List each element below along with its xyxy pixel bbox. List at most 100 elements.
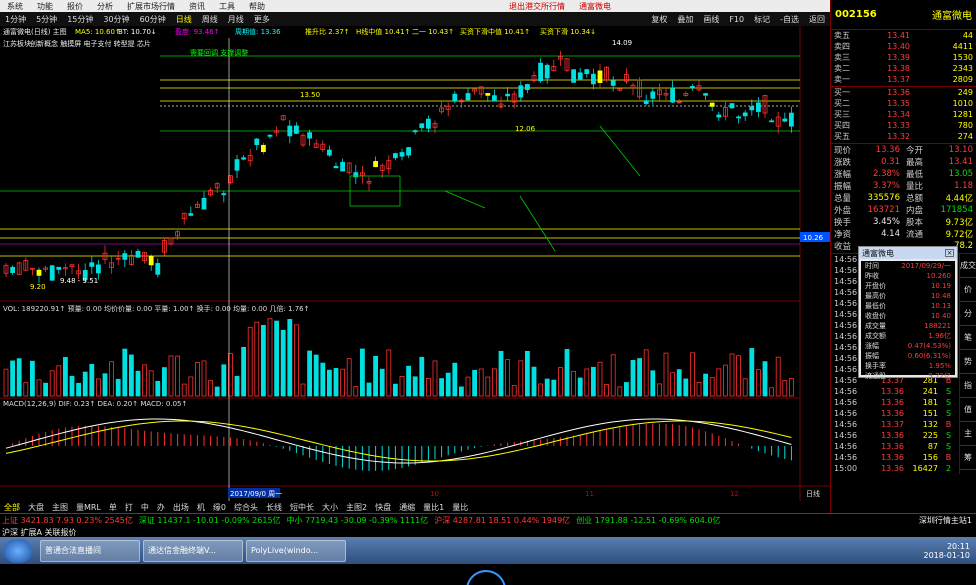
orderbook-row[interactable]: 卖四 13.40 4411: [831, 41, 976, 52]
orderbook-volume: 1281: [952, 110, 973, 119]
orderbook-row[interactable]: 卖三 13.39 1530: [831, 52, 976, 63]
tool-fq[interactable]: 复权: [646, 14, 672, 25]
side-tab[interactable]: 成交: [960, 254, 976, 278]
volume-bar: [10, 360, 16, 397]
tick-price: 13.36: [881, 431, 904, 440]
candle-body: [49, 265, 55, 281]
candle-body: [577, 72, 583, 80]
tab-mid[interactable]: 中: [137, 502, 153, 513]
popup-row: 振幅 0.60(6.31%): [861, 351, 955, 361]
index-sh[interactable]: 上证 3421.83 7.93 0.23% 2545亿: [2, 515, 133, 526]
tool-overlay[interactable]: 叠加: [672, 14, 698, 25]
popup-body: 时间 2017/09/29/一 昨收 10.260 开盘价 10.19 最高价 10.48 最低…: [861, 261, 955, 380]
tab-shrink[interactable]: 通缩: [395, 502, 419, 513]
side-tab[interactable]: 值: [960, 398, 976, 422]
period-1min[interactable]: 1分钟: [0, 14, 31, 25]
orderbook-row[interactable]: 卖二 13.38 2343: [831, 63, 976, 74]
period-week[interactable]: 周线: [197, 14, 223, 25]
tool-draw[interactable]: 画线: [698, 14, 724, 25]
side-tab[interactable]: 筹: [960, 446, 976, 470]
tab-machine[interactable]: 机: [193, 502, 209, 513]
tool-back[interactable]: 返回: [804, 14, 830, 25]
orderbook-row[interactable]: 买四 13.33 780: [831, 120, 976, 131]
period-30min[interactable]: 30分钟: [98, 14, 134, 25]
taskbar-item-tdx[interactable]: 通达信金融终端V...: [143, 539, 243, 562]
start-button-icon[interactable]: [4, 538, 32, 563]
orderbook-volume: 2343: [952, 64, 973, 73]
popup-value: 10.40: [930, 312, 951, 320]
tab-composite[interactable]: 综合头: [230, 502, 262, 513]
menu-quote[interactable]: 报价: [60, 1, 90, 12]
tab-size[interactable]: 大小: [318, 502, 342, 513]
kline-chart-svg[interactable]: 通富微电(日线) 主图 MA5: 10.60↑ BT: 10.70↓ 盈度: 9…: [0, 26, 830, 501]
period-month[interactable]: 月线: [223, 14, 249, 25]
orderbook-row[interactable]: 卖五 13.41 44: [831, 30, 976, 41]
period-more[interactable]: 更多: [249, 14, 275, 25]
info-key2: 今开: [906, 146, 924, 156]
tick-row: 14:56 13.36 181 S: [831, 397, 959, 408]
kline-chart-area[interactable]: 通富微电(日线) 主图 MA5: 10.60↑ BT: 10.70↓ 盈度: 9…: [0, 26, 830, 501]
orderbook-row[interactable]: 买二 13.35 1010: [831, 98, 976, 109]
side-tab[interactable]: 主: [960, 422, 976, 446]
clock[interactable]: 20:11 2018-01-10: [924, 542, 976, 560]
taskbar-item-polylive[interactable]: PolyLive(windo...: [246, 539, 346, 562]
menu-news[interactable]: 资讯: [182, 1, 212, 12]
tab-single[interactable]: 单: [105, 502, 121, 513]
tick-time: 14:56: [834, 387, 858, 396]
volume-bar: [650, 370, 656, 397]
side-tab[interactable]: 指: [960, 374, 976, 398]
price-label-range: 9.48 - 9.51: [60, 277, 98, 285]
popup-value: 188221: [924, 322, 951, 330]
period-15min[interactable]: 15分钟: [62, 14, 98, 25]
tick-price: 13.36: [881, 409, 904, 418]
bar-info-popup[interactable]: 通富微电 × 时间 2017/09/29/一 昨收 10.260 开盘价 10.19 最高价…: [858, 246, 958, 380]
taskbar-item-live[interactable]: 普通合法直播间: [40, 539, 140, 562]
tab-fast[interactable]: 快盘: [371, 502, 395, 513]
tab-market[interactable]: 大盘: [24, 502, 48, 513]
side-tab[interactable]: 分: [960, 302, 976, 326]
info-key: 振幅: [834, 182, 852, 192]
orderbook-row[interactable]: 买三 13.34 1281: [831, 109, 976, 120]
orderbook-row[interactable]: 买五 13.32 274: [831, 131, 976, 142]
menu-analysis[interactable]: 分析: [90, 1, 120, 12]
tool-f10[interactable]: F10: [724, 15, 749, 24]
tick-volume: 132: [922, 420, 938, 429]
tab-longline[interactable]: 长线: [262, 502, 286, 513]
orderbook-row[interactable]: 卖一 13.37 2809: [831, 74, 976, 85]
menu-extended-market[interactable]: 扩展市场行情: [120, 1, 182, 12]
tab-volratio1[interactable]: 量比1: [419, 502, 448, 513]
tab-exit[interactable]: 出场: [169, 502, 193, 513]
tool-mark[interactable]: 标记: [749, 14, 775, 25]
menu-system[interactable]: 系统: [0, 1, 30, 12]
tab-volratio[interactable]: 量比: [448, 502, 472, 513]
index-hs300[interactable]: 沪深 4287.81 18.51 0.44% 1949亿: [434, 515, 570, 526]
index-sme[interactable]: 中小 7719.43 -30.09 -0.39% 1111亿: [287, 515, 429, 526]
tab-main[interactable]: 主图: [48, 502, 72, 513]
clock-time: 20:11: [946, 541, 970, 551]
menu-tools[interactable]: 工具: [212, 1, 242, 12]
period-60min[interactable]: 60分钟: [135, 14, 171, 25]
info-value2: 13.05: [948, 169, 973, 179]
side-tab[interactable]: 势: [960, 350, 976, 374]
index-gem[interactable]: 创业 1791.88 -12.51 -0.69% 604.0亿: [576, 515, 720, 526]
tick-time: 14:56: [834, 409, 858, 418]
candle-body: [749, 106, 755, 111]
menu-help[interactable]: 帮助: [242, 1, 272, 12]
tab-edge[interactable]: 缘0: [209, 502, 230, 513]
side-tab[interactable]: 价: [960, 278, 976, 302]
menu-function[interactable]: 功能: [30, 1, 60, 12]
orderbook-row[interactable]: 买一 13.36 249: [831, 87, 976, 98]
volume-bar: [135, 370, 141, 397]
tab-all[interactable]: 全部: [0, 502, 24, 513]
period-5min[interactable]: 5分钟: [31, 14, 62, 25]
index-sz[interactable]: 深证 11437.1 -10.01 -0.09% 2615亿: [139, 515, 281, 526]
tab-office[interactable]: 办: [153, 502, 169, 513]
side-tab[interactable]: 笔: [960, 326, 976, 350]
tab-hit[interactable]: 打: [121, 502, 137, 513]
tool-add-favorite[interactable]: -自选: [775, 14, 804, 25]
tab-mrl[interactable]: 量MRL: [72, 502, 105, 513]
tab-main2[interactable]: 主图2: [342, 502, 371, 513]
close-icon[interactable]: ×: [945, 249, 954, 257]
period-day[interactable]: 日线: [171, 14, 197, 25]
tab-shortmidlong[interactable]: 短中长: [286, 502, 318, 513]
